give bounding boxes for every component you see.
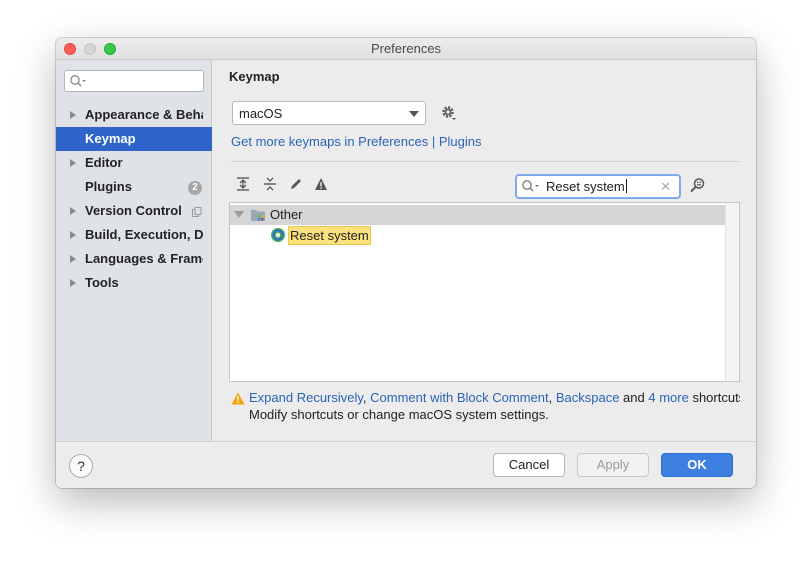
keymap-search-value: Reset system: [546, 179, 625, 194]
sidebar-item-label: Version Control: [85, 203, 182, 218]
chevron-down-icon: [409, 111, 419, 117]
settings-search-box[interactable]: [64, 70, 204, 92]
expand-all-icon[interactable]: [236, 177, 250, 191]
dialog-footer: ? Cancel Apply OK: [56, 441, 756, 488]
edit-icon[interactable]: [289, 177, 303, 191]
plugins-count-badge: 2: [188, 181, 202, 195]
expand-arrow-icon[interactable]: [70, 231, 76, 239]
collapse-all-icon[interactable]: [263, 177, 277, 191]
get-more-keymaps-link[interactable]: Get more keymaps in Preferences | Plugin…: [231, 134, 482, 149]
tree-scrollbar[interactable]: [725, 203, 739, 381]
expand-arrow-icon[interactable]: [70, 111, 76, 119]
tree-group-row[interactable]: Other: [230, 205, 725, 225]
shortcut-conflict-warning: Expand Recursively, Comment with Block C…: [231, 390, 740, 430]
warning-icon: [231, 392, 245, 405]
expand-recursively-link[interactable]: Expand Recursively: [249, 390, 363, 405]
sidebar-item-plugins[interactable]: Plugins 2: [56, 175, 212, 199]
more-shortcuts-link[interactable]: 4 more: [648, 390, 688, 405]
tree-action-label: Reset system: [288, 226, 371, 245]
search-icon: [70, 75, 86, 87]
warning-suffix-text: shortcuts: [688, 390, 740, 405]
search-icon: [522, 180, 539, 192]
keymap-panel: Keymap macOS Get more keymaps in Prefere…: [213, 60, 756, 441]
keymap-search-input[interactable]: Reset system: [546, 179, 627, 194]
page-title: Keymap: [229, 69, 280, 84]
expand-arrow-icon[interactable]: [70, 207, 76, 215]
expand-toggle-icon[interactable]: [234, 211, 244, 218]
divider: [231, 161, 740, 162]
conflicts-warning-icon[interactable]: [314, 177, 328, 191]
clear-search-icon[interactable]: ✕: [660, 179, 671, 195]
expand-arrow-icon[interactable]: [70, 255, 76, 263]
sidebar-item-build-execution-deployment[interactable]: Build, Execution, Deployment: [56, 223, 212, 247]
ok-button[interactable]: OK: [661, 453, 733, 477]
folder-icon: [251, 210, 265, 221]
sidebar-item-label: Appearance & Behavior: [85, 107, 203, 122]
preferences-window: Preferences Appearance & Behavior Keymap…: [56, 38, 756, 488]
keymap-select[interactable]: macOS: [232, 101, 426, 125]
sidebar-item-version-control[interactable]: Version Control: [56, 199, 212, 223]
sidebar-item-label: Build, Execution, Deployment: [85, 227, 203, 242]
expand-arrow-icon[interactable]: [70, 279, 76, 287]
warning-line-2: Modify shortcuts or change macOS system …: [249, 407, 549, 422]
tree-action-row[interactable]: Reset system: [230, 225, 725, 245]
keymap-select-value: macOS: [239, 106, 283, 121]
backspace-link[interactable]: Backspace: [556, 390, 620, 405]
text-caret: [625, 179, 627, 193]
sidebar-item-label: Languages & Frameworks: [85, 251, 203, 266]
window-title: Preferences: [370, 41, 442, 56]
comment-with-block-comment-link[interactable]: Comment with Block Comment: [370, 390, 548, 405]
warning-separator: ,: [548, 390, 556, 405]
sidebar-item-tools[interactable]: Tools: [56, 271, 212, 295]
reset-system-icon: [271, 228, 285, 242]
sidebar-item-label: Editor: [85, 155, 123, 170]
settings-search-input[interactable]: [91, 73, 196, 89]
find-by-shortcut-icon[interactable]: [689, 177, 707, 193]
title-bar: Preferences: [56, 38, 756, 60]
help-button[interactable]: ?: [69, 454, 93, 478]
apply-button[interactable]: Apply: [577, 453, 649, 477]
sidebar-item-languages-frameworks[interactable]: Languages & Frameworks: [56, 247, 212, 271]
sidebar-item-label: Plugins: [85, 179, 132, 194]
warning-line-1: Expand Recursively, Comment with Block C…: [249, 390, 740, 405]
cancel-button[interactable]: Cancel: [493, 453, 565, 477]
settings-sidebar: Appearance & Behavior Keymap Editor Plug…: [56, 60, 212, 441]
warning-and-text: and: [619, 390, 649, 405]
sidebar-item-appearance-behavior[interactable]: Appearance & Behavior: [56, 103, 212, 127]
sidebar-item-editor[interactable]: Editor: [56, 151, 212, 175]
sidebar-item-keymap[interactable]: Keymap: [56, 127, 212, 151]
tree-group-label: Other: [270, 207, 303, 222]
gear-icon[interactable]: [441, 105, 457, 121]
project-settings-icon: [192, 207, 202, 217]
keymap-search-box[interactable]: Reset system ✕: [515, 174, 681, 199]
keymap-actions-tree[interactable]: Other Reset system: [229, 202, 740, 382]
expand-arrow-icon[interactable]: [70, 159, 76, 167]
sidebar-item-label: Tools: [85, 275, 119, 290]
sidebar-item-label: Keymap: [85, 131, 136, 146]
